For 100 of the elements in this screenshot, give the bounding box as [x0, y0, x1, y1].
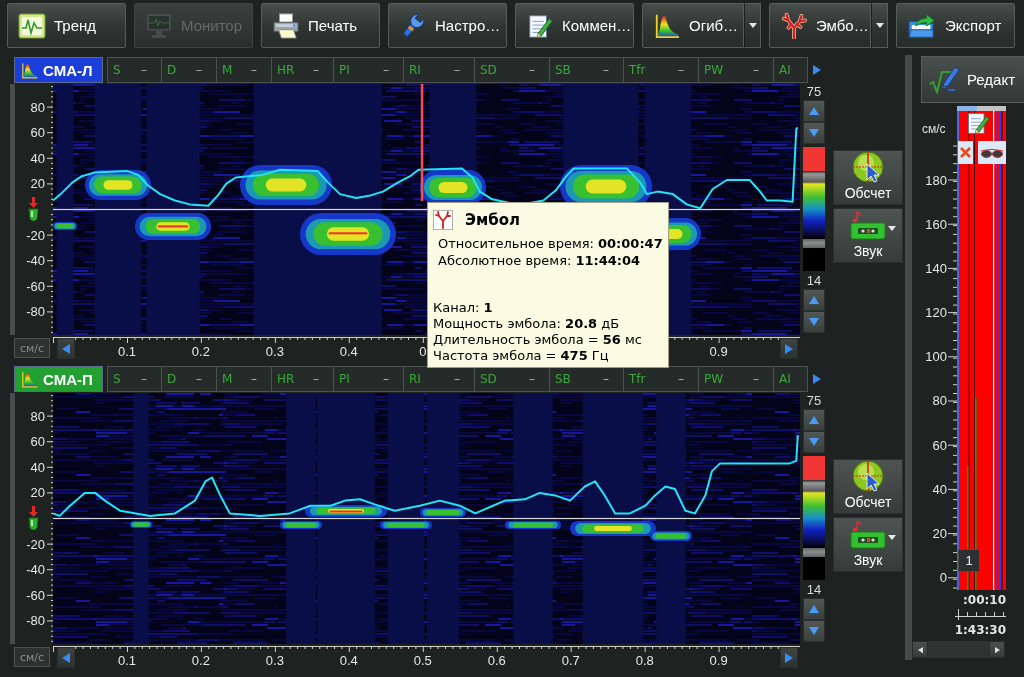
scale-max-label: 75	[806, 393, 822, 409]
parameter-value: –	[529, 372, 535, 386]
caret-icon	[748, 23, 757, 28]
scale-min-label: 14	[806, 273, 822, 289]
x-axis-label: 0.2	[191, 344, 210, 359]
print-button[interactable]: Печать	[261, 3, 380, 48]
parameter-name: AI	[779, 63, 791, 77]
cassette-note-icon	[849, 520, 887, 550]
dropdown-button[interactable]	[871, 3, 888, 48]
y-axis-label: 60	[30, 434, 45, 450]
scale-down-button[interactable]	[803, 311, 825, 333]
next-parameters-button[interactable]	[812, 64, 822, 76]
notepad-pencil-icon[interactable]	[966, 110, 990, 136]
scroll-right-button[interactable]	[989, 641, 1005, 658]
parameter-name: SB	[555, 63, 571, 77]
y-axis-label: 180	[925, 172, 947, 188]
parameter-name: AI	[779, 372, 791, 386]
clock-label: 1:43:30	[954, 623, 1006, 637]
next-parameters-button[interactable]	[812, 373, 822, 385]
time-label: :00:10	[963, 593, 1006, 607]
parameter-name: D	[167, 372, 177, 386]
embolus-button[interactable]: Эмбо…	[769, 3, 871, 48]
arrow-up-icon	[809, 416, 819, 424]
parameter-value: –	[196, 372, 202, 386]
scale-up-button[interactable]	[803, 100, 825, 122]
x-axis-label: 0.9	[709, 653, 728, 668]
comment-button[interactable]: Коммен…	[515, 3, 634, 48]
parameter-name: SB	[555, 372, 571, 386]
scale-up-button[interactable]	[803, 289, 825, 311]
parameter-value: –	[678, 63, 684, 77]
monitor-icon	[145, 12, 173, 39]
selection-band	[957, 106, 977, 111]
sound-button[interactable]: Звук	[833, 517, 903, 572]
scroll-left-button[interactable]	[912, 641, 928, 658]
caret-icon	[875, 23, 884, 28]
arrow-down-icon	[809, 438, 819, 446]
chart-icon	[18, 12, 46, 39]
arrow-up-icon	[809, 296, 819, 304]
x-axis-label: 0	[419, 344, 427, 359]
parameter-value: –	[313, 63, 319, 77]
y-axis-label: -40	[26, 562, 45, 578]
cross-icon[interactable]	[958, 141, 973, 164]
x-axis-label: 0.1	[117, 653, 137, 668]
y-axis-label: 40	[932, 481, 947, 497]
y-axis-label: 80	[30, 99, 45, 115]
x-axis-label: 0.2	[191, 653, 210, 668]
scale-min-label: 14	[806, 582, 822, 598]
cassette-note-icon	[849, 211, 887, 241]
x-axis-label: 0.7	[561, 653, 580, 668]
parameter-value: –	[529, 63, 535, 77]
channel-button[interactable]: СМА-Л	[14, 57, 103, 83]
tooltip-line: Мощность эмбола: 20.8 дБ	[433, 316, 620, 332]
y-axis-label: 60	[30, 125, 45, 141]
x-axis-label: 0.4	[339, 344, 358, 359]
range-band	[977, 106, 1006, 111]
sound-button[interactable]: Звук	[833, 208, 903, 263]
arrow-right-icon	[813, 65, 821, 75]
parameter-name: S	[113, 63, 121, 77]
parameter-name: SD	[480, 372, 497, 386]
unit-button[interactable]: см/с	[14, 647, 50, 667]
parameter-value: –	[383, 372, 389, 386]
y-axis-label: 140	[925, 260, 947, 276]
dropdown-button[interactable]	[744, 3, 761, 48]
scale-down-button[interactable]	[803, 122, 825, 144]
scale-up-button[interactable]	[803, 409, 825, 431]
calculate-button[interactable]: Обсчет	[833, 459, 903, 514]
arrow-down-icon	[809, 627, 819, 635]
arrow-right-icon	[785, 343, 793, 354]
parameter-name: M	[222, 372, 233, 386]
printer-icon	[272, 12, 300, 39]
x-axis-label: 0.8	[635, 653, 654, 668]
arrow-down-icon	[809, 129, 819, 137]
parameter-name: PI	[339, 372, 350, 386]
arrow-up-icon	[809, 605, 819, 613]
y-axis-label: -60	[26, 278, 45, 294]
scale-down-button[interactable]	[803, 620, 825, 642]
parameter-name: PW	[704, 372, 724, 386]
arrow-left-icon	[62, 652, 70, 663]
y-axis-label: 80	[30, 408, 45, 424]
trend-button[interactable]: Тренд	[7, 3, 126, 48]
envelope-button[interactable]: Огиб…	[642, 3, 744, 48]
calculate-button[interactable]: Обсчет	[833, 150, 903, 205]
parameter-value: –	[603, 372, 609, 386]
y-axis-label: 60	[932, 437, 947, 453]
folder-arrow-icon	[907, 12, 937, 39]
scale-down-button[interactable]	[803, 431, 825, 453]
parameter-value: –	[678, 372, 684, 386]
parameter-name: PW	[704, 63, 724, 77]
blood-vessel-icon	[780, 12, 808, 39]
scale-up-button[interactable]	[803, 598, 825, 620]
edit-button[interactable]: Редакт	[921, 56, 1024, 103]
y-axis-label: 160	[925, 216, 947, 232]
unit-button[interactable]: см/с	[14, 338, 50, 358]
parameter-name: S	[113, 372, 121, 386]
settings-button[interactable]: Настро…	[388, 3, 507, 48]
parameter-name: HR	[277, 63, 295, 77]
export-button[interactable]: Экспорт	[896, 3, 1015, 48]
y-axis-label: 120	[925, 305, 947, 321]
glasses-icon[interactable]	[978, 141, 1006, 164]
parameter-value: –	[753, 63, 759, 77]
